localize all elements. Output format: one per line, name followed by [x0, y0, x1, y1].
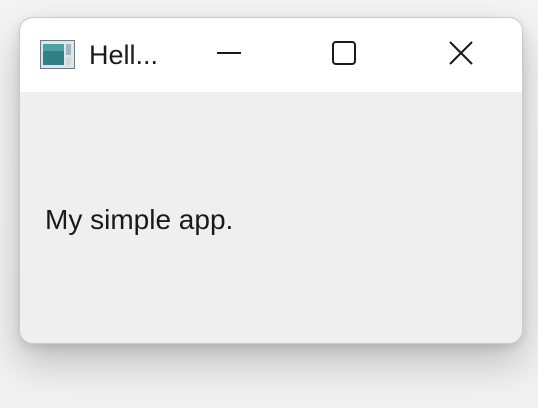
title-bar[interactable]: Hell...	[20, 18, 522, 92]
app-label: My simple app.	[45, 204, 234, 235]
window-content: My simple app.	[20, 92, 522, 343]
maximize-button[interactable]	[285, 18, 403, 92]
desktop: Hell... My simple app.	[0, 0, 538, 408]
app-window: Hell... My simple app.	[19, 17, 523, 344]
app-window-icon	[40, 40, 75, 69]
close-icon	[448, 40, 474, 71]
minimize-icon	[216, 40, 242, 71]
close-button[interactable]	[402, 18, 520, 92]
window-title: Hell...	[89, 40, 159, 70]
minimize-button[interactable]	[170, 18, 288, 92]
maximize-icon	[331, 40, 357, 71]
